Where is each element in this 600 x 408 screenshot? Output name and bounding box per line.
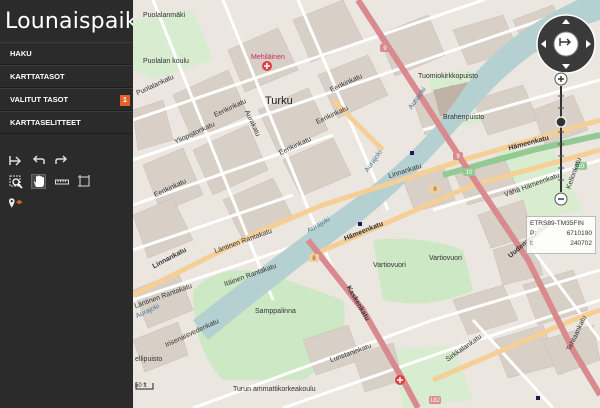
- measure-area-icon[interactable]: [77, 174, 92, 189]
- coordinate-i-label: I:: [530, 240, 534, 247]
- menu-item-label: KARTTASELITTEET: [10, 118, 81, 127]
- menu-item-haku[interactable]: HAKU: [0, 42, 133, 65]
- app-logo: Lounaispaikka: [5, 8, 165, 34]
- undo-icon[interactable]: [31, 153, 46, 168]
- map-label: Brahenpuisto: [443, 114, 485, 121]
- menu-item-label: VALITUT TASOT: [10, 95, 69, 104]
- coordinate-system: ETRS89-TM35FIN: [530, 220, 584, 227]
- sidebar: Lounaispaikka HAKU KARTTATASOT VALITUT T…: [0, 0, 165, 408]
- map-label: Vartiovuori: [429, 255, 462, 262]
- pan-control[interactable]: [536, 14, 596, 74]
- svg-text:10: 10: [466, 170, 473, 176]
- map-label: Puolalan koulu: [143, 58, 189, 65]
- back-to-start-icon[interactable]: [8, 153, 23, 168]
- menu-item-valitut-tasot[interactable]: VALITUT TASOT 1: [0, 88, 133, 111]
- map-label: Puolalanmäki: [143, 12, 186, 19]
- map-view[interactable]: 9 9 10 8 8 10 182 Puolalanmäki Puolalan …: [133, 0, 600, 408]
- map-label: Tuomiokirkkopuisto: [418, 73, 479, 80]
- coordinate-readout: ETRS89-TM35FIN P: 6710190 I: 240702: [526, 216, 596, 254]
- menu-item-karttatasot[interactable]: KARTTATASOT: [0, 65, 133, 88]
- map-label: Samppalinna: [255, 308, 296, 315]
- redo-icon[interactable]: [54, 153, 69, 168]
- map-label: Vartiovuori: [373, 262, 406, 269]
- measure-line-icon[interactable]: [54, 174, 69, 189]
- coordinate-i-value: 240702: [570, 240, 592, 247]
- toolbar: [8, 153, 92, 216]
- scale-bar: 50 ft: [135, 383, 154, 390]
- map-label: ellipuisto: [135, 356, 163, 363]
- zoom-slider[interactable]: [553, 72, 569, 206]
- map-label: Turun ammattikorkeakoulu: [233, 386, 316, 393]
- svg-text:182: 182: [430, 398, 441, 404]
- coordinate-p-value: 6710190: [566, 230, 592, 237]
- selected-layers-count-badge: 1: [120, 95, 130, 106]
- map-label: Mehiläinen: [251, 54, 285, 61]
- menu-item-karttaselitteet[interactable]: KARTTASELITTEET: [0, 111, 133, 134]
- pan-hand-icon[interactable]: [31, 174, 46, 189]
- zoom-box-icon[interactable]: [8, 174, 23, 189]
- get-info-icon[interactable]: [8, 195, 23, 210]
- coordinate-p-label: P:: [530, 230, 537, 237]
- menu-item-label: KARTTATASOT: [10, 72, 65, 81]
- menu-item-label: HAKU: [10, 49, 32, 58]
- map-label: Turku: [265, 95, 293, 107]
